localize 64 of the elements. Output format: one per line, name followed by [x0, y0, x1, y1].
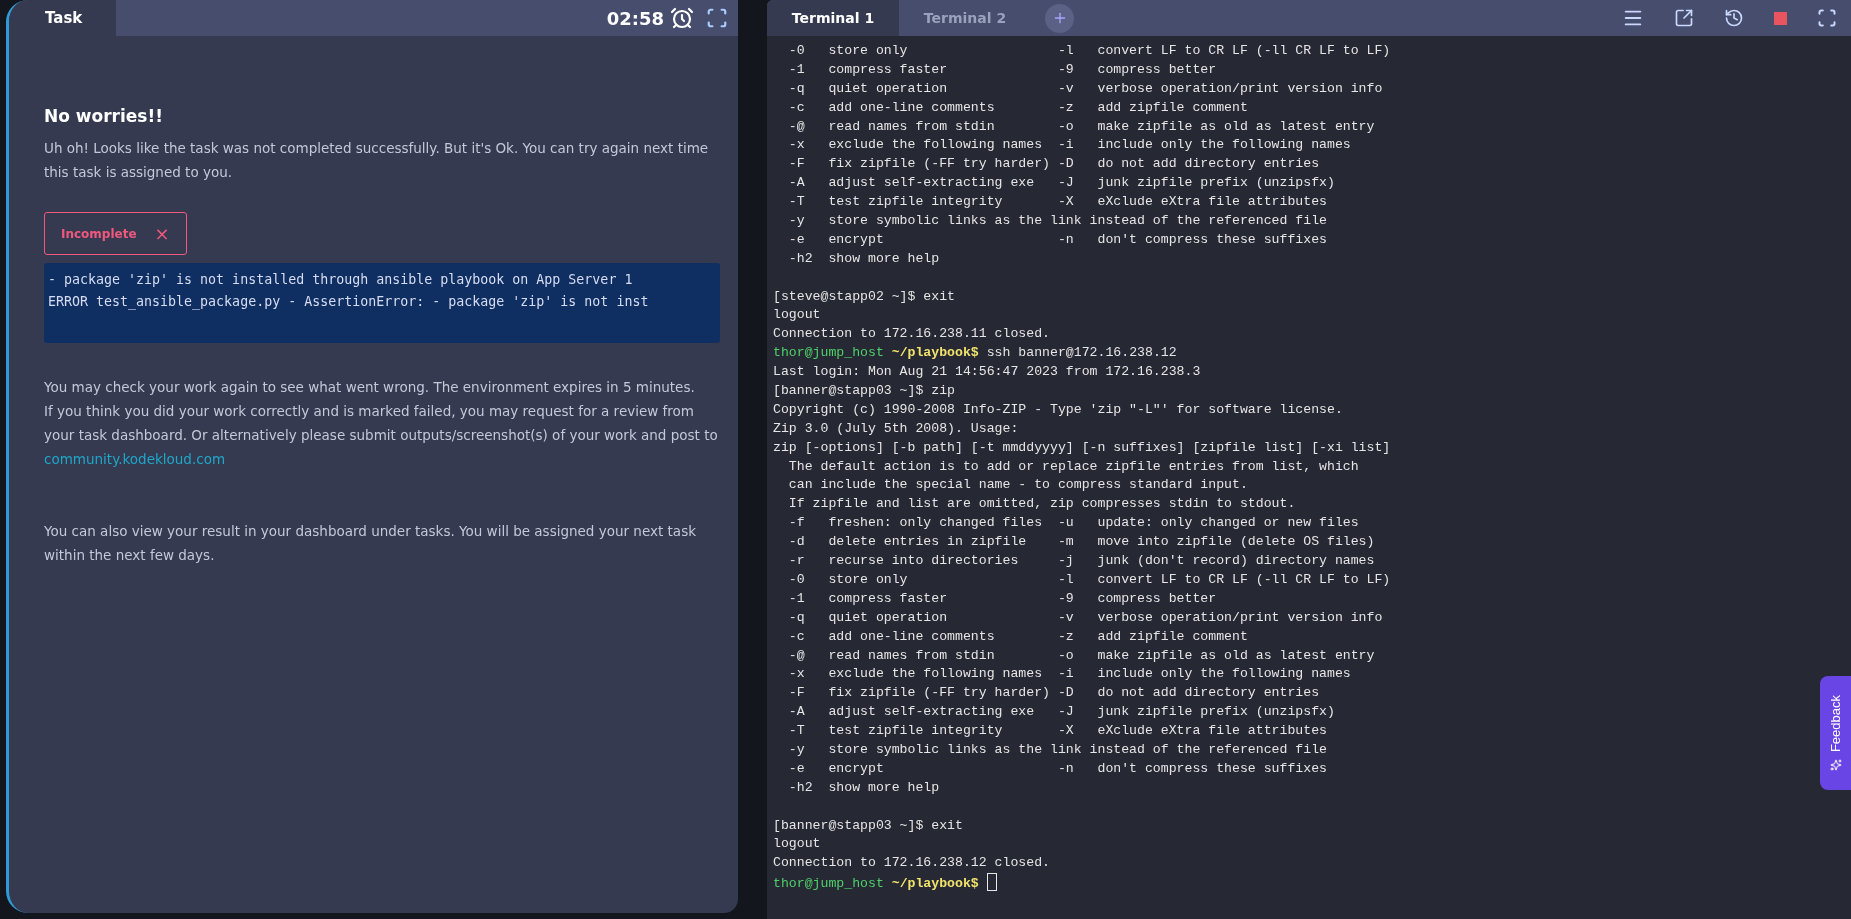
terminal-line: -h2 show more help: [787, 249, 940, 268]
feedback-tab[interactable]: Feedback: [1820, 676, 1851, 790]
terminal-line: -r recurse into directories -j junk (don't record) directory names: [787, 552, 1375, 571]
terminal-line: -0 store only -l convert LF to CR LF (-ll CR LF to LF): [787, 570, 1391, 589]
terminal-line: -f freshen: only changed files -u update: only changed or new files: [787, 514, 1359, 533]
terminal-line: -0 store only -l convert LF to CR LF (-ll CR LF to LF): [787, 42, 1391, 60]
terminal-line: -e encrypt -n don't compress these suffixes: [787, 759, 1327, 778]
terminal-line: [banner@stapp03 ~]$ exit: [773, 816, 963, 835]
terminal-line: zip [-options] [-b path] [-t mmddyyyy] [-n suffixes] [zipfile list] [-xi list]: [773, 438, 1391, 457]
result-heading: No worries!!: [44, 106, 164, 126]
community-link[interactable]: community.kodekloud.com: [44, 447, 226, 471]
countdown-timer: 02:58: [606, 7, 664, 29]
terminal-line: Copyright (c) 1990-2008 Info-ZIP - Type 'zip "-L"' for software license.: [773, 400, 1343, 419]
terminal-line: -d delete entries in zipfile -m move into zipfile (delete OS files): [787, 533, 1375, 552]
terminal-line: [banner@stapp03 ~]$ zip: [773, 382, 956, 401]
terminal-tab[interactable]: Terminal 2: [899, 0, 1031, 36]
terminal-line: Connection to 172.16.238.12 closed.: [773, 854, 1050, 873]
terminal-line: -c add one-line comments -z add zipfile comment: [787, 98, 1248, 117]
terminal-line: Last login: Mon Aug 21 14:56:47 2023 from 172.16.238.3: [773, 363, 1201, 382]
terminal-line: -h2 show more help: [787, 778, 940, 797]
footer-note: You can also view your result in your dashboard under tasks. You will be assigned your next task within the next few days.: [44, 522, 697, 565]
terminal-line: -x exclude the following names -i include only the following names: [787, 665, 1351, 684]
terminal-line: -1 compress faster -9 compress better: [787, 60, 1217, 79]
terminal-line: [steve@stapp02 ~]$ exit: [773, 287, 956, 306]
terminal-line: logout: [773, 306, 821, 325]
incomplete-badge: Incomplete ×: [44, 212, 187, 255]
info-text: You may check your work again to see what went wrong. The environment expires in 5 minutes.: [44, 378, 696, 397]
terminal-line: Zip 3.0 (July 5th 2008). Usage:: [773, 419, 1019, 438]
terminal-prompt-line: thor@jump_host ~/playbook$: [773, 873, 997, 893]
terminal-line: -q quiet operation -v verbose operation/print version info: [787, 79, 1383, 98]
terminal-line: -y store symbolic links as the link instead of the referenced file: [787, 212, 1327, 230]
error-line: ERROR test_ansible_package.py - AssertionError: - package 'zip' is not inst: [48, 293, 650, 312]
error-line: - package 'zip' is not installed through ansible playbook on App Server 1: [48, 271, 634, 289]
terminal-line: -q quiet operation -v verbose operation/print version info: [787, 608, 1383, 627]
terminal-line: -T test zipfile integrity -X eXclude eXtra file attributes: [787, 193, 1327, 212]
terminal-line: can include the special name - to compress standard input.: [787, 476, 1248, 495]
terminal-line: Connection to 172.16.238.11 closed.: [773, 325, 1050, 344]
terminal-line: -@ read names from stdin -o make zipfile as old as latest entry: [787, 646, 1375, 665]
terminal-line: -T test zipfile integrity -X eXclude eXtra file attributes: [787, 722, 1327, 741]
terminal-line: -F fix zipfile (-FF try harder) -D do not add directory entries: [787, 155, 1320, 174]
result-message: Uh oh! Looks like the task was not completed successfully. But it's Ok. You can try again next time this task is assigned to you.: [44, 139, 710, 182]
terminal-line: -@ read names from stdin -o make zipfile as old as latest entry: [787, 117, 1375, 136]
add-terminal-button[interactable]: [1045, 3, 1074, 33]
alarm-clock-icon: [670, 6, 694, 30]
terminal-line: -y store symbolic links as the link instead of the referenced file: [787, 740, 1327, 759]
fullscreen-icon[interactable]: [706, 7, 728, 29]
terminal-line: -F fix zipfile (-FF try harder) -D do not add directory entries: [787, 684, 1320, 703]
sparkle-icon: [1829, 758, 1842, 771]
terminal-line: -e encrypt -n don't compress these suffixes: [787, 230, 1327, 249]
history-icon[interactable]: [1724, 8, 1744, 28]
open-external-icon[interactable]: [1674, 8, 1694, 28]
terminal-line: -A adjust self-extracting exe -J junk zipfile prefix (unzipsfx): [787, 703, 1335, 722]
terminal-line: The default action is to add or replace zipfile entries from list, which: [787, 457, 1359, 476]
terminal-line: -x exclude the following names -i include only the following names: [787, 136, 1351, 155]
terminal-line: If zipfile and list are omitted, zip compresses stdin to stdout.: [787, 495, 1296, 514]
terminal-line: -c add one-line comments -z add zipfile comment: [787, 627, 1248, 646]
terminal-line: logout: [773, 835, 821, 854]
terminal-line: -A adjust self-extracting exe -J junk zipfile prefix (unzipsfx): [787, 174, 1335, 193]
fullscreen-icon[interactable]: [1817, 8, 1837, 28]
terminal-prompt-line: thor@jump_host ~/playbook$ ssh banner@172.16.238.12: [773, 344, 1177, 363]
terminal-line: -1 compress faster -9 compress better: [787, 589, 1217, 608]
info-text: If you think you did your work correctly and is marked failed, you may request for a review from your task dashboard. Or alternatively please submit outputs/screenshot(s) of your work and post to: [44, 402, 719, 445]
terminal-tab[interactable]: Terminal 1: [767, 0, 899, 36]
task-tab[interactable]: Task: [9, 0, 117, 36]
